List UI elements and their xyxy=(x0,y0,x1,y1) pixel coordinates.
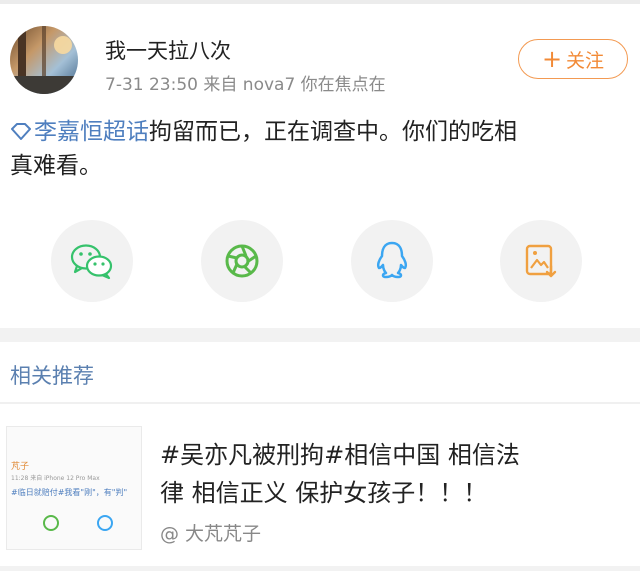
section-divider xyxy=(0,328,640,342)
username[interactable]: 我一天拉八次 xyxy=(105,35,231,65)
share-wechat-button[interactable] xyxy=(51,220,133,302)
thumb-qq-icon xyxy=(97,515,113,531)
thumb-text: #临日就赔付#我看"刚"，有"判" xyxy=(11,488,128,497)
related-item-author[interactable]: @ 大芃芃子 xyxy=(160,519,261,546)
share-qq-button[interactable] xyxy=(351,220,433,302)
topic-link[interactable]: 李嘉恒超话 xyxy=(10,119,149,145)
thumb-moments-icon xyxy=(43,515,59,531)
post-time: 7-31 23:50 xyxy=(105,75,198,95)
save-image-button[interactable] xyxy=(500,220,582,302)
follow-button[interactable]: + 关注 xyxy=(518,39,628,79)
wechat-icon xyxy=(70,244,113,280)
save-image-icon xyxy=(525,244,557,278)
post-source: 来自 nova7 你在焦点在 xyxy=(203,75,386,95)
thumb-username: 芃子 xyxy=(11,462,30,472)
share-moments-button[interactable] xyxy=(201,220,283,302)
thumb-meta: 11:28 来自 iPhone 12 Pro Max xyxy=(11,475,100,482)
plus-icon: + xyxy=(541,45,563,73)
section-line xyxy=(0,402,640,404)
follow-label: 关注 xyxy=(566,49,605,72)
post-card: 我一天拉八次 7-31 23:50 来自 nova7 你在焦点在 + 关注 李嘉… xyxy=(0,4,640,328)
bottom-divider xyxy=(0,566,640,571)
avatar[interactable] xyxy=(10,26,78,94)
diamond-icon xyxy=(11,123,31,140)
related-section-title: 相关推荐 xyxy=(10,364,94,388)
post-text-line2: 真难看。 xyxy=(10,153,102,179)
qq-icon xyxy=(376,241,408,279)
topic-label: 李嘉恒超话 xyxy=(34,119,149,145)
post-text-line1: 拘留而已，正在调查中。你们的吃相 xyxy=(149,119,517,145)
post-text: 李嘉恒超话拘留而已，正在调查中。你们的吃相 真难看。 xyxy=(10,115,625,183)
moments-icon xyxy=(225,244,259,278)
related-item-title[interactable]: #吴亦凡被刑拘#相信中国 相信法 律 相信正义 保护女孩子！！！ xyxy=(160,436,625,512)
related-title-line2: 律 相信正义 保护女孩子！！！ xyxy=(160,479,488,507)
related-thumbnail[interactable]: 芃子 11:28 来自 iPhone 12 Pro Max #临日就赔付#我看"… xyxy=(6,426,142,550)
related-title-line1: #吴亦凡被刑拘#相信中国 相信法 xyxy=(160,441,520,469)
post-meta: 7-31 23:50 来自 nova7 你在焦点在 xyxy=(105,70,386,95)
